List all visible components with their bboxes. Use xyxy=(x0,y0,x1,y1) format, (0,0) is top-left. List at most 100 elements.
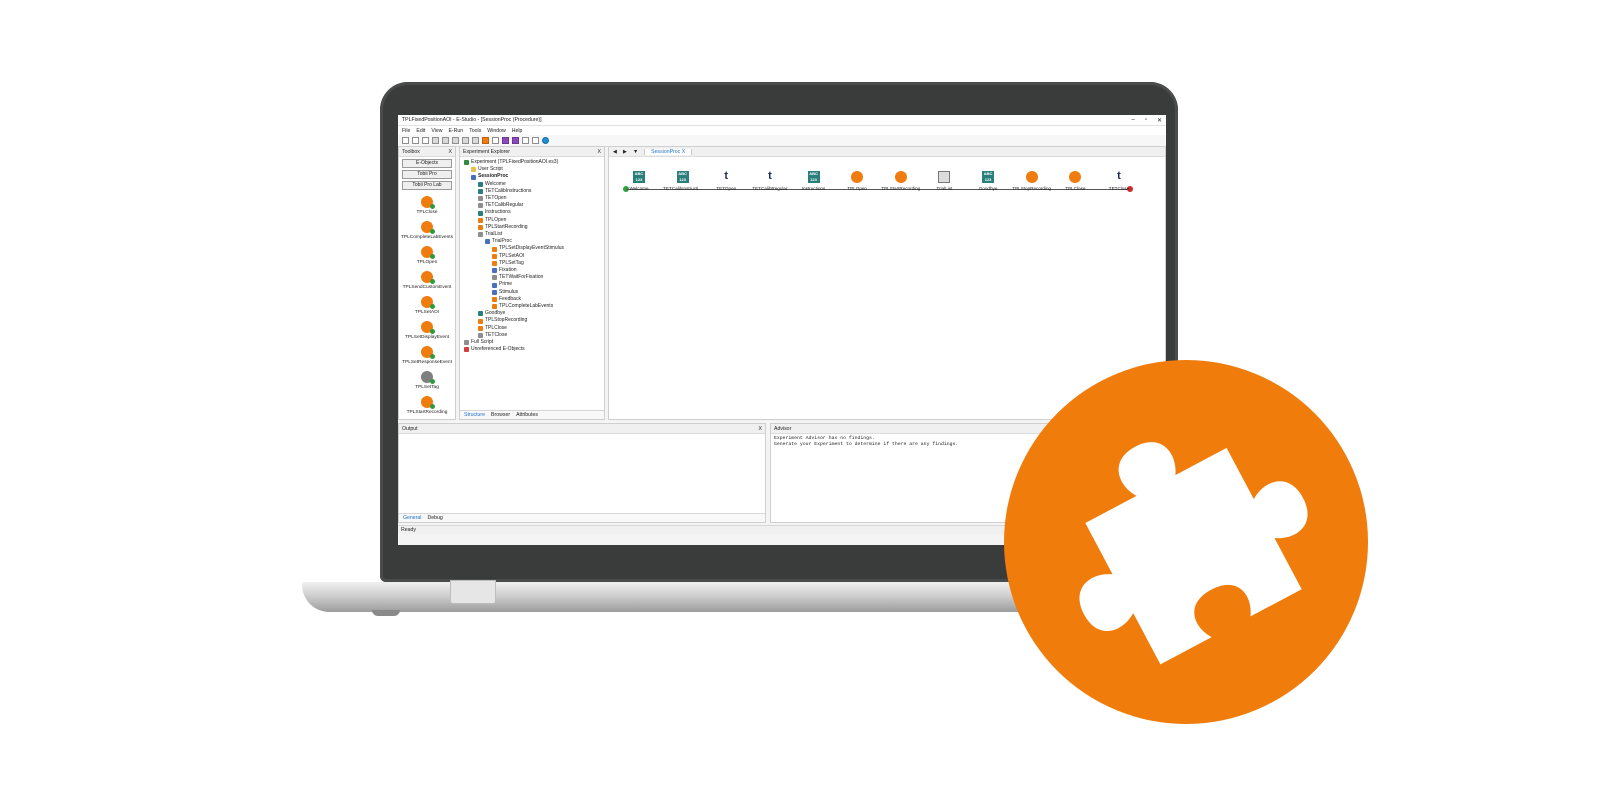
timeline-object[interactable]: TPLStartRecording xyxy=(881,171,921,191)
menu-help[interactable]: Help xyxy=(512,128,523,134)
tpl-object-icon xyxy=(421,221,435,234)
tree-node[interactable]: TPLSetAOI xyxy=(464,253,600,260)
tree-node[interactable]: Unreferenced E-Objects xyxy=(464,346,600,353)
debug-icon[interactable] xyxy=(502,137,509,144)
save-icon[interactable] xyxy=(422,137,429,144)
menu-edit[interactable]: Edit xyxy=(416,128,425,134)
timeline-object[interactable]: ABC 123 TETCalibInstructi... xyxy=(663,171,703,191)
toolbox-item[interactable]: TPLStartRecording xyxy=(399,396,455,415)
undo-icon[interactable] xyxy=(462,137,469,144)
tree-node[interactable]: TrialProc xyxy=(464,238,600,245)
tree-node[interactable]: User Script xyxy=(464,166,600,173)
tree-node[interactable]: TETCalibRegular xyxy=(464,202,600,209)
toolbox-item[interactable]: TPLSetDisplayEvent xyxy=(399,321,455,340)
tree-node[interactable]: Full Script xyxy=(464,339,600,346)
copy-icon[interactable] xyxy=(442,137,449,144)
tree-node[interactable]: Fixation xyxy=(464,267,600,274)
windows-icon[interactable] xyxy=(532,137,539,144)
toolbox-close-button[interactable]: X xyxy=(449,149,452,155)
paste-icon[interactable] xyxy=(452,137,459,144)
tab-browser[interactable]: Browser xyxy=(491,412,510,418)
timeline-object[interactable]: ABC 123 Goodbye xyxy=(968,171,1008,191)
toolbox-category-tobii-pro[interactable]: Tobii Pro xyxy=(402,170,452,179)
toolbox-item[interactable]: TPLOpen xyxy=(399,246,455,265)
toolbox-item[interactable]: TPLSetResponseEvent xyxy=(399,346,455,365)
toolbox-category-eobjects[interactable]: E-Objects xyxy=(402,159,452,168)
tree-node[interactable]: Instructions xyxy=(464,209,600,216)
dropdown-arrow-icon[interactable]: ▼ xyxy=(633,149,638,155)
minimize-button[interactable]: – xyxy=(1131,117,1134,124)
tree-node[interactable]: Feedback xyxy=(464,296,600,303)
timeline-object-label: TPLClose xyxy=(1065,186,1086,191)
timeline-object[interactable]: t TETCalibRegular xyxy=(750,171,790,192)
tree-node[interactable]: TETWaitForFixation xyxy=(464,274,600,281)
generate-icon[interactable] xyxy=(482,137,489,144)
tree-node[interactable]: TPLOpen xyxy=(464,217,600,224)
toolbox-item[interactable]: TPLClose xyxy=(399,196,455,215)
toolbox-item[interactable]: TPLSetAOI xyxy=(399,296,455,315)
toolbox-item[interactable]: TPLSendCustomEvent xyxy=(399,271,455,290)
forward-arrow-icon[interactable]: ▶ xyxy=(623,149,627,155)
tree-node[interactable]: TPLStopRecording xyxy=(464,317,600,324)
menu-bar: File Edit View E-Run Tools Window Help xyxy=(398,126,1166,135)
tab-structure[interactable]: Structure xyxy=(464,412,485,418)
run-icon[interactable] xyxy=(492,137,499,144)
timeline-object[interactable]: t TETOpen xyxy=(706,171,746,192)
tree-node[interactable]: Experiment (TPLFixedPositionAOI.es3) xyxy=(464,159,600,166)
timeline-object[interactable]: t TETClose xyxy=(1099,171,1139,192)
menu-window[interactable]: Window xyxy=(487,128,505,134)
tree-node-icon xyxy=(464,340,469,346)
cut-icon[interactable] xyxy=(432,137,439,144)
tree-node-label: Goodbye xyxy=(485,310,506,317)
tree-node[interactable]: TPLStartRecording xyxy=(464,224,600,231)
tab-sessionproc[interactable]: SessionProc X xyxy=(644,148,693,155)
tab-general[interactable]: General xyxy=(403,515,421,521)
toolbox-item[interactable]: TPLSetTag xyxy=(399,371,455,390)
tab-attributes[interactable]: Attributes xyxy=(516,412,538,418)
redo-icon[interactable] xyxy=(472,137,479,144)
tree-node[interactable]: TETOpen xyxy=(464,195,600,202)
tree-node[interactable]: TETCalibInstructions xyxy=(464,188,600,195)
tree-node[interactable]: TrialList xyxy=(464,231,600,238)
timeline-object[interactable]: ABC 123 Instructions xyxy=(794,171,834,191)
tree-node[interactable]: Stimulus xyxy=(464,289,600,296)
open-file-icon[interactable] xyxy=(412,137,419,144)
explorer-close-button[interactable]: X xyxy=(598,149,601,155)
timeline-object[interactable]: TPLClose xyxy=(1055,171,1095,191)
tree-node[interactable]: TPLCompleteLabEvents xyxy=(464,303,600,310)
tree-node[interactable]: Goodbye xyxy=(464,310,600,317)
timeline-object[interactable]: TrialList xyxy=(924,171,964,191)
info-icon[interactable] xyxy=(542,137,549,144)
breakpoint-icon[interactable] xyxy=(512,137,519,144)
maximize-button[interactable]: ▫ xyxy=(1145,117,1147,124)
tpl-object-icon xyxy=(421,271,435,284)
tree-node-icon xyxy=(478,318,483,324)
tree-node-icon xyxy=(492,246,497,252)
tab-debug[interactable]: Debug xyxy=(427,515,442,521)
menu-file[interactable]: File xyxy=(402,128,410,134)
menu-tools[interactable]: Tools xyxy=(469,128,481,134)
grid-icon[interactable] xyxy=(522,137,529,144)
tree-node-icon xyxy=(478,217,483,223)
timeline-object[interactable]: ABC 123 Welcome xyxy=(619,171,659,191)
close-button[interactable]: ✕ xyxy=(1157,117,1162,124)
menu-view[interactable]: View xyxy=(431,128,442,134)
tree-node[interactable]: Welcome xyxy=(464,181,600,188)
timeline-object[interactable]: TPLStopRecording xyxy=(1012,171,1052,191)
tree-node[interactable]: TPLSetTag xyxy=(464,260,600,267)
tree-node[interactable]: TPLSetDisplayEventStimulus xyxy=(464,245,600,252)
back-arrow-icon[interactable]: ◀ xyxy=(613,149,617,155)
tree-node[interactable]: TPLClose xyxy=(464,325,600,332)
toolbox-category-tobii-pro-lab[interactable]: Tobii Pro Lab xyxy=(402,181,452,190)
toolbox-item[interactable]: TPLCompleteLabEvents xyxy=(399,221,455,240)
tree-node[interactable]: SessionProc xyxy=(464,173,600,180)
tree-node-label: Instructions xyxy=(485,209,511,216)
tab-sessionproc-close[interactable]: X xyxy=(682,149,685,155)
timeline-object[interactable]: TPLOpen xyxy=(837,171,877,191)
menu-erun[interactable]: E-Run xyxy=(448,128,463,134)
tree-node[interactable]: TETClose xyxy=(464,332,600,339)
tree-node-icon xyxy=(492,282,497,288)
output-close-button[interactable]: X xyxy=(759,426,762,432)
new-file-icon[interactable] xyxy=(402,137,409,144)
tree-node[interactable]: Prime xyxy=(464,281,600,288)
